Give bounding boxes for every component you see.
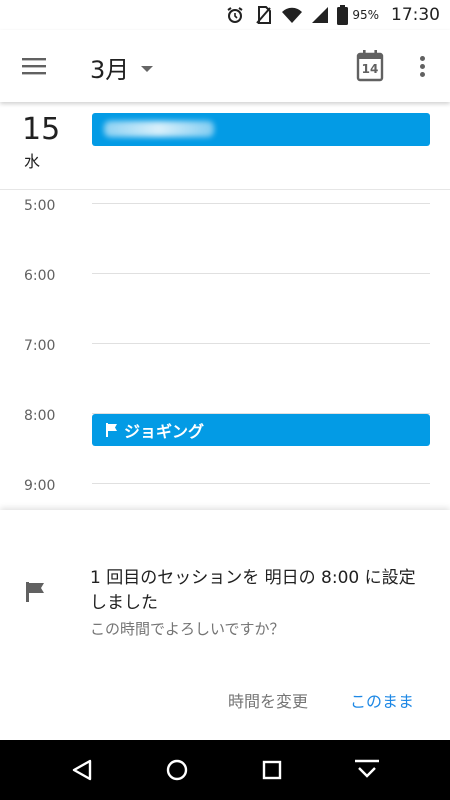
event-jogging[interactable]: ジョギング [92,414,430,446]
chevron-down-icon [355,759,379,778]
day-number: 15 [22,112,61,147]
all-day-event[interactable] [92,113,430,146]
sheet-title: 1 回目のセッションを 明日の 8:00 に設定しました [90,568,416,613]
sheet-subtitle: この時間でよろしいですか？ [90,620,285,638]
home-button[interactable] [161,754,193,786]
hour-line [92,483,430,484]
wifi-icon [281,6,303,24]
weekday-label: 水 [24,152,41,171]
hour-label: 9:00 [24,478,56,494]
more-vert-icon [419,55,425,61]
hour-label: 8:00 [24,408,56,424]
signal-icon [311,6,329,24]
hour-line [92,273,430,274]
menu-button[interactable] [16,48,52,84]
change-time-button[interactable]: 時間を変更 [228,688,308,712]
event-title: ジョギング [124,422,205,441]
today-button[interactable]: 14 [352,48,388,84]
hide-nav-button[interactable] [351,754,383,786]
status-bar: 95% 17:30 [0,0,450,30]
clock: 17:30 [391,5,440,25]
day-timeline[interactable]: 5:00 6:00 7:00 8:00 ジョギング 9:00 [0,190,450,508]
flag-icon [26,582,44,602]
hour-label: 7:00 [24,338,56,354]
recents-button[interactable] [256,754,288,786]
alarm-icon [225,5,245,25]
hour-line [92,343,430,344]
today-number: 14 [361,62,379,76]
more-options-button[interactable] [410,48,434,84]
no-sim-icon [253,5,273,25]
navigation-bar [0,740,450,800]
back-icon [72,759,92,781]
hour-label: 6:00 [24,268,56,284]
keep-button[interactable]: このまま [350,688,414,712]
hour-label: 5:00 [24,198,56,214]
battery-percent: 95% [352,8,379,22]
month-selector[interactable]: 3月 [90,50,154,85]
dropdown-arrow-icon [141,66,154,72]
hamburger-icon [22,58,46,75]
hour-line [92,203,430,204]
app-bar: 3月 14 [0,30,450,102]
recents-icon [262,760,282,780]
month-label: 3月 [90,56,130,84]
day-header: 15 水 [0,102,450,190]
battery-icon [337,5,349,25]
home-icon [166,759,188,781]
redacted-event-title [104,121,214,137]
flag-icon [106,423,117,437]
confirmation-sheet: 1 回目のセッションを 明日の 8:00 に設定しました この時間でよろしいです… [0,510,450,740]
back-button[interactable] [66,754,98,786]
